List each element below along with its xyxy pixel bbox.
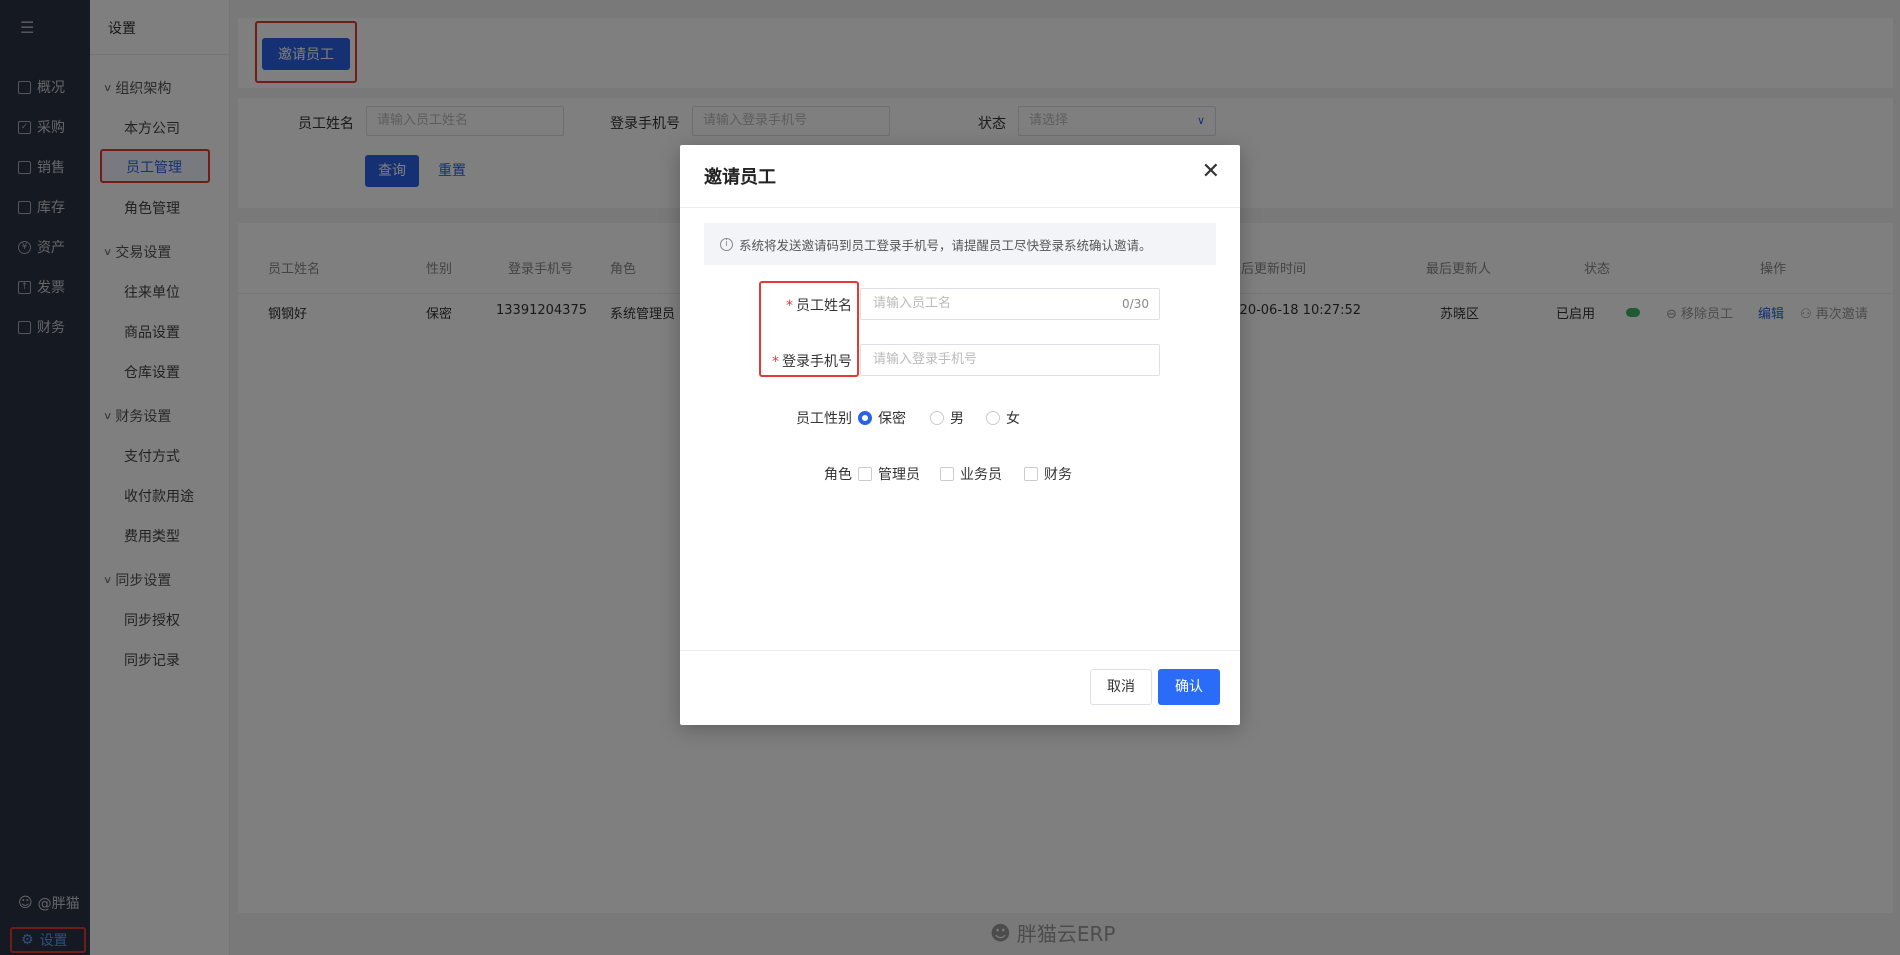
checkbox-label: 业务员 xyxy=(960,467,1002,483)
info-icon: i xyxy=(720,237,733,251)
gender-label: 员工性别 xyxy=(796,411,852,427)
char-counter: 0/30 xyxy=(1122,297,1149,311)
phone-field-label: * 登录手机号 xyxy=(764,351,852,371)
notice-text: 系统将发送邀请码到员工登录手机号，请提醒员工尽快登录系统确认邀请。 xyxy=(739,237,1152,253)
placeholder: 请输入登录手机号 xyxy=(873,352,978,367)
divider xyxy=(680,650,1240,651)
label-text: 登录手机号 xyxy=(782,354,852,370)
gender-radio-secret[interactable]: 保密 xyxy=(858,408,906,428)
radio-label: 女 xyxy=(1006,411,1020,427)
checkbox-label: 财务 xyxy=(1044,467,1072,483)
required-mark: * xyxy=(772,354,779,370)
radio-checked xyxy=(858,411,872,425)
name-field-label: * 员工姓名 xyxy=(768,295,852,315)
checkbox xyxy=(1024,467,1038,481)
checkbox xyxy=(940,467,954,481)
login-phone-input[interactable]: 请输入登录手机号 xyxy=(860,344,1160,376)
staff-name-input[interactable]: 请输入员工名 0/30 xyxy=(860,288,1160,320)
role-checkbox-admin[interactable]: 管理员 xyxy=(858,464,920,484)
role-checkbox-sales[interactable]: 业务员 xyxy=(940,464,1002,484)
label-text: 员工姓名 xyxy=(796,298,852,314)
radio-unchecked xyxy=(986,411,1000,425)
cancel-button[interactable]: 取消 xyxy=(1090,669,1152,705)
role-label: 角色 xyxy=(824,467,852,483)
required-mark: * xyxy=(786,298,793,314)
checkbox xyxy=(858,467,872,481)
checkbox-label: 管理员 xyxy=(878,467,920,483)
close-icon[interactable]: ✕ xyxy=(1202,159,1220,184)
invite-staff-dialog: 邀请员工 ✕ i 系统将发送邀请码到员工登录手机号，请提醒员工尽快登录系统确认邀… xyxy=(680,145,1240,725)
radio-unchecked xyxy=(930,411,944,425)
dialog-title: 邀请员工 xyxy=(704,167,776,188)
placeholder: 请输入员工名 xyxy=(873,296,952,311)
radio-label: 男 xyxy=(950,411,964,427)
divider xyxy=(680,207,1240,208)
info-notice: i 系统将发送邀请码到员工登录手机号，请提醒员工尽快登录系统确认邀请。 xyxy=(704,223,1216,265)
radio-label: 保密 xyxy=(878,411,906,427)
gender-radio-female[interactable]: 女 xyxy=(986,408,1020,428)
gender-radio-male[interactable]: 男 xyxy=(930,408,964,428)
role-checkbox-finance[interactable]: 财务 xyxy=(1024,464,1072,484)
confirm-button[interactable]: 确认 xyxy=(1158,669,1220,705)
